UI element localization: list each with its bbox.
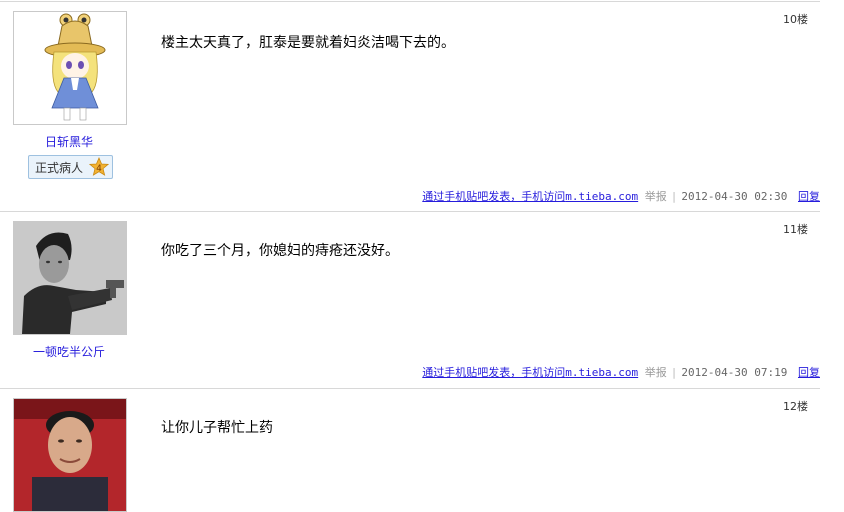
separator: | xyxy=(670,366,678,379)
username-link[interactable]: 日斩黑华 xyxy=(0,133,138,150)
mobile-tieba-link[interactable]: 通过手机贴吧发表，手机访问 xyxy=(422,190,565,203)
post-item: 一顿吃半公斤 11楼 你吃了三个月，你媳妇的痔疮还没好。 通过手机贴吧发表，手机… xyxy=(0,211,820,388)
avatar-anime-girl-image xyxy=(14,12,126,124)
avatar-man-photo-image xyxy=(14,399,126,511)
floor-number: 10楼 xyxy=(783,13,808,26)
floor-number: 12楼 xyxy=(783,400,808,413)
post-tail: 通过手机贴吧发表，手机访问m.tieba.com 举报 | 2012-04-30 0… xyxy=(422,188,820,204)
post-item: 12楼 让你儿子帮忙上药 xyxy=(0,388,820,512)
avatar-man-photo-image xyxy=(14,222,126,334)
post-content: 楼主太天真了，肛泰是要就着妇炎洁喝下去的。 xyxy=(161,35,455,51)
post-divider xyxy=(0,211,820,212)
mobile-domain-link[interactable]: m.tieba.com xyxy=(565,190,638,203)
post-content: 你吃了三个月，你媳妇的痔疮还没好。 xyxy=(161,243,399,259)
avatar[interactable] xyxy=(13,398,127,512)
svg-text:4: 4 xyxy=(96,164,102,174)
badge-label: 正式病人 xyxy=(35,161,84,175)
post-content: 让你儿子帮忙上药 xyxy=(161,420,273,436)
post-time: 2012-04-30 02:30 xyxy=(681,190,788,203)
username-link[interactable]: 一顿吃半公斤 xyxy=(0,343,138,360)
mobile-domain-link[interactable]: m.tieba.com xyxy=(565,366,638,379)
post-divider xyxy=(0,1,820,2)
member-badge[interactable]: 正式病人 4 xyxy=(28,155,113,179)
separator: | xyxy=(670,190,678,203)
level-star-icon: 4 xyxy=(88,156,110,177)
post-item: 日斩黑华 正式病人 4 10楼 楼主太天真了，肛泰是要就着妇炎洁喝下去的。 通过… xyxy=(0,1,820,211)
mobile-tieba-link[interactable]: 通过手机贴吧发表，手机访问 xyxy=(422,366,565,379)
report-link[interactable]: 举报 xyxy=(645,366,667,379)
floor-number: 11楼 xyxy=(783,223,808,236)
reply-link[interactable]: 回复 xyxy=(798,366,820,379)
report-link[interactable]: 举报 xyxy=(645,190,667,203)
avatar[interactable] xyxy=(13,221,127,335)
avatar[interactable] xyxy=(13,11,127,125)
post-time: 2012-04-30 07:19 xyxy=(681,366,788,379)
reply-link[interactable]: 回复 xyxy=(798,190,820,203)
post-tail: 通过手机贴吧发表，手机访问m.tieba.com 举报 | 2012-04-30 0… xyxy=(422,364,820,380)
post-divider xyxy=(0,388,820,389)
